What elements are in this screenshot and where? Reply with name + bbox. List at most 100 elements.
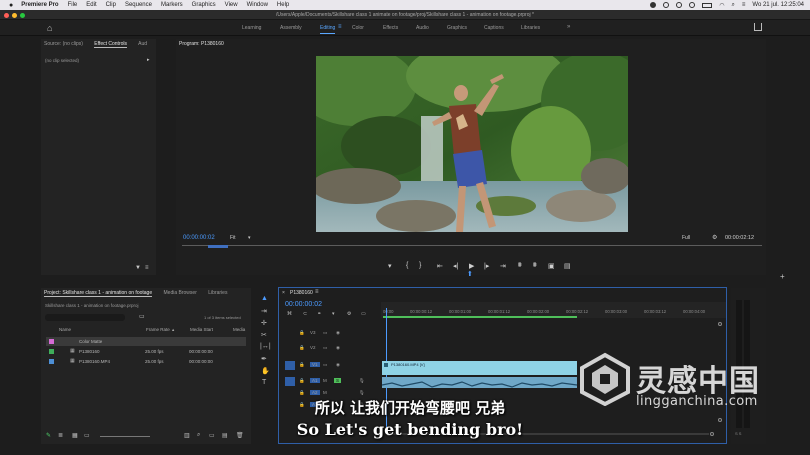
- battery-icon[interactable]: [702, 2, 713, 8]
- playhead-marker[interactable]: [208, 245, 228, 248]
- eye-icon[interactable]: ◉: [336, 330, 340, 336]
- extract-icon[interactable]: ⩩: [533, 262, 537, 270]
- program-timecode[interactable]: 00:00:00:02: [183, 235, 215, 241]
- play-icon[interactable]: ▶: [469, 262, 474, 270]
- program-scrub-bar[interactable]: [182, 245, 762, 246]
- wifi-icon[interactable]: ◠: [719, 2, 724, 9]
- workspace-tab-libraries[interactable]: Libraries: [521, 25, 540, 31]
- sync-lock-icon[interactable]: ▭: [323, 330, 327, 336]
- eye-icon[interactable]: ◉: [336, 345, 340, 351]
- search-icon[interactable]: ⌕: [732, 2, 735, 9]
- track-header-v3[interactable]: 🔒 V3 ▭ ◉: [279, 330, 381, 340]
- column-frame-rate[interactable]: Frame Rate: [146, 327, 170, 332]
- ripple-edit-tool-icon[interactable]: ✛: [261, 319, 267, 327]
- timeline-timecode[interactable]: 00:00:00:02: [285, 301, 322, 308]
- nest-icon[interactable]: ⌘: [287, 311, 292, 317]
- menu-graphics[interactable]: Graphics: [192, 2, 216, 8]
- track-select-tool-icon[interactable]: ⇥: [261, 307, 267, 315]
- razor-tool-icon[interactable]: ✂: [261, 331, 267, 339]
- zoom-slider[interactable]: [100, 436, 150, 437]
- step-forward-icon[interactable]: |▸: [484, 262, 489, 270]
- hand-tool-icon[interactable]: ✋: [261, 367, 270, 375]
- icon-view-icon[interactable]: ▦: [72, 432, 78, 439]
- workspace-tab-audio[interactable]: Audio: [416, 25, 429, 31]
- workspace-tab-captions[interactable]: Captions: [484, 25, 504, 31]
- pencil-icon[interactable]: ✎: [46, 432, 51, 439]
- menu-help[interactable]: Help: [277, 2, 289, 8]
- program-video-frame[interactable]: [316, 56, 628, 232]
- snap-icon[interactable]: ⊂: [303, 311, 307, 317]
- column-media[interactable]: Media: [233, 327, 245, 332]
- status-sync-icon[interactable]: [676, 2, 683, 8]
- tab-audio-mixer[interactable]: Aud: [138, 41, 147, 47]
- timeline-panel-menu-icon[interactable]: ≡: [315, 289, 319, 295]
- minimize-window-button[interactable]: [12, 13, 17, 18]
- status-bluetooth-icon[interactable]: [689, 2, 696, 8]
- work-area-bar[interactable]: [383, 316, 577, 318]
- list-view-icon[interactable]: ≣: [58, 432, 63, 439]
- search-icon[interactable]: ⌕: [197, 432, 200, 439]
- go-to-out-icon[interactable]: ⇥: [500, 262, 506, 270]
- workspace-tab-graphics[interactable]: Graphics: [447, 25, 467, 31]
- menu-clip[interactable]: Clip: [106, 2, 116, 8]
- trash-icon[interactable]: 🗑: [236, 432, 244, 439]
- solo-button[interactable]: S: [334, 378, 342, 383]
- add-marker-icon[interactable]: ▾: [388, 262, 392, 270]
- microphone-icon[interactable]: 🎙: [359, 390, 365, 396]
- microphone-icon[interactable]: 🎙: [359, 378, 365, 384]
- filter-icon[interactable]: ▼: [135, 265, 141, 271]
- audio-clip[interactable]: [381, 377, 578, 388]
- wrench-icon[interactable]: ⚙: [347, 311, 351, 317]
- workspace-tab-editing[interactable]: Editing: [320, 25, 336, 34]
- lock-icon[interactable]: 🔒: [299, 378, 305, 384]
- meter-solo-buttons[interactable]: S S: [735, 431, 741, 436]
- menubar-clock[interactable]: Wo 21 jul. 12:25:04: [752, 2, 804, 8]
- lift-icon[interactable]: ⩩: [518, 262, 522, 270]
- mark-in-icon[interactable]: {: [406, 262, 408, 269]
- slip-tool-icon[interactable]: |↔|: [260, 343, 271, 350]
- vertical-zoom-handle[interactable]: [718, 418, 722, 422]
- track-header-v2[interactable]: 🔒 V2 ▭ ◉: [279, 345, 381, 355]
- captions-icon[interactable]: ▭: [361, 311, 366, 317]
- project-item[interactable]: Color Matte: [46, 337, 246, 346]
- column-media-start[interactable]: Media Start: [190, 327, 213, 332]
- tab-project[interactable]: Project: Skillshare class 1 - animation …: [44, 290, 153, 297]
- step-back-icon[interactable]: ◂|: [453, 262, 458, 270]
- close-window-button[interactable]: [4, 13, 9, 18]
- track-header-v1[interactable]: 🔒 V1 ▭ ◉: [279, 361, 381, 372]
- menu-edit[interactable]: Edit: [86, 2, 96, 8]
- export-icon[interactable]: ⬆: [467, 270, 473, 278]
- tab-effect-controls[interactable]: Effect Controls: [94, 41, 127, 48]
- project-item[interactable]: ▦ P1380160.MP4 25.00 fps 00:00:00:00: [46, 357, 246, 366]
- fit-dropdown[interactable]: Fit: [230, 235, 236, 241]
- sort-up-icon[interactable]: ▴: [172, 327, 174, 333]
- video-clip[interactable]: P1380160.MP4 [V]: [382, 361, 577, 375]
- tab-libraries[interactable]: Libraries: [208, 290, 227, 296]
- tab-source[interactable]: Source: (no clips): [44, 41, 83, 47]
- sync-lock-icon[interactable]: ▭: [323, 362, 327, 368]
- track-header-a1[interactable]: 🔒 A1 M S 🎙: [279, 377, 381, 388]
- menu-window[interactable]: Window: [247, 2, 268, 8]
- add-button-icon[interactable]: +: [780, 272, 785, 281]
- pen-tool-icon[interactable]: ✒: [261, 355, 267, 363]
- new-item-icon[interactable]: ▤: [222, 432, 228, 439]
- timeline-zoom-end-handle[interactable]: [710, 432, 714, 436]
- workspace-overflow-icon[interactable]: »: [567, 24, 570, 30]
- new-bin-icon[interactable]: ▭: [209, 432, 215, 439]
- close-icon[interactable]: ×: [282, 290, 285, 296]
- lock-icon[interactable]: 🔒: [299, 362, 305, 368]
- freeform-view-icon[interactable]: ▭: [84, 432, 90, 439]
- zoom-window-button[interactable]: [20, 13, 25, 18]
- camera-icon[interactable]: ▣: [548, 262, 555, 270]
- vertical-zoom-handle[interactable]: [718, 322, 722, 326]
- quality-dropdown[interactable]: Full: [682, 235, 690, 241]
- selection-tool-icon[interactable]: ▲: [261, 295, 268, 302]
- menu-markers[interactable]: Markers: [161, 2, 183, 8]
- workspace-tab-effects[interactable]: Effects: [383, 25, 398, 31]
- workspace-tab-color[interactable]: Color: [352, 25, 364, 31]
- share-icon[interactable]: [754, 23, 762, 31]
- tab-media-browser[interactable]: Media Browser: [164, 290, 197, 296]
- status-dropbox-icon[interactable]: [663, 2, 670, 8]
- new-bin-icon[interactable]: ▭: [139, 313, 145, 320]
- status-record-icon[interactable]: [650, 2, 657, 8]
